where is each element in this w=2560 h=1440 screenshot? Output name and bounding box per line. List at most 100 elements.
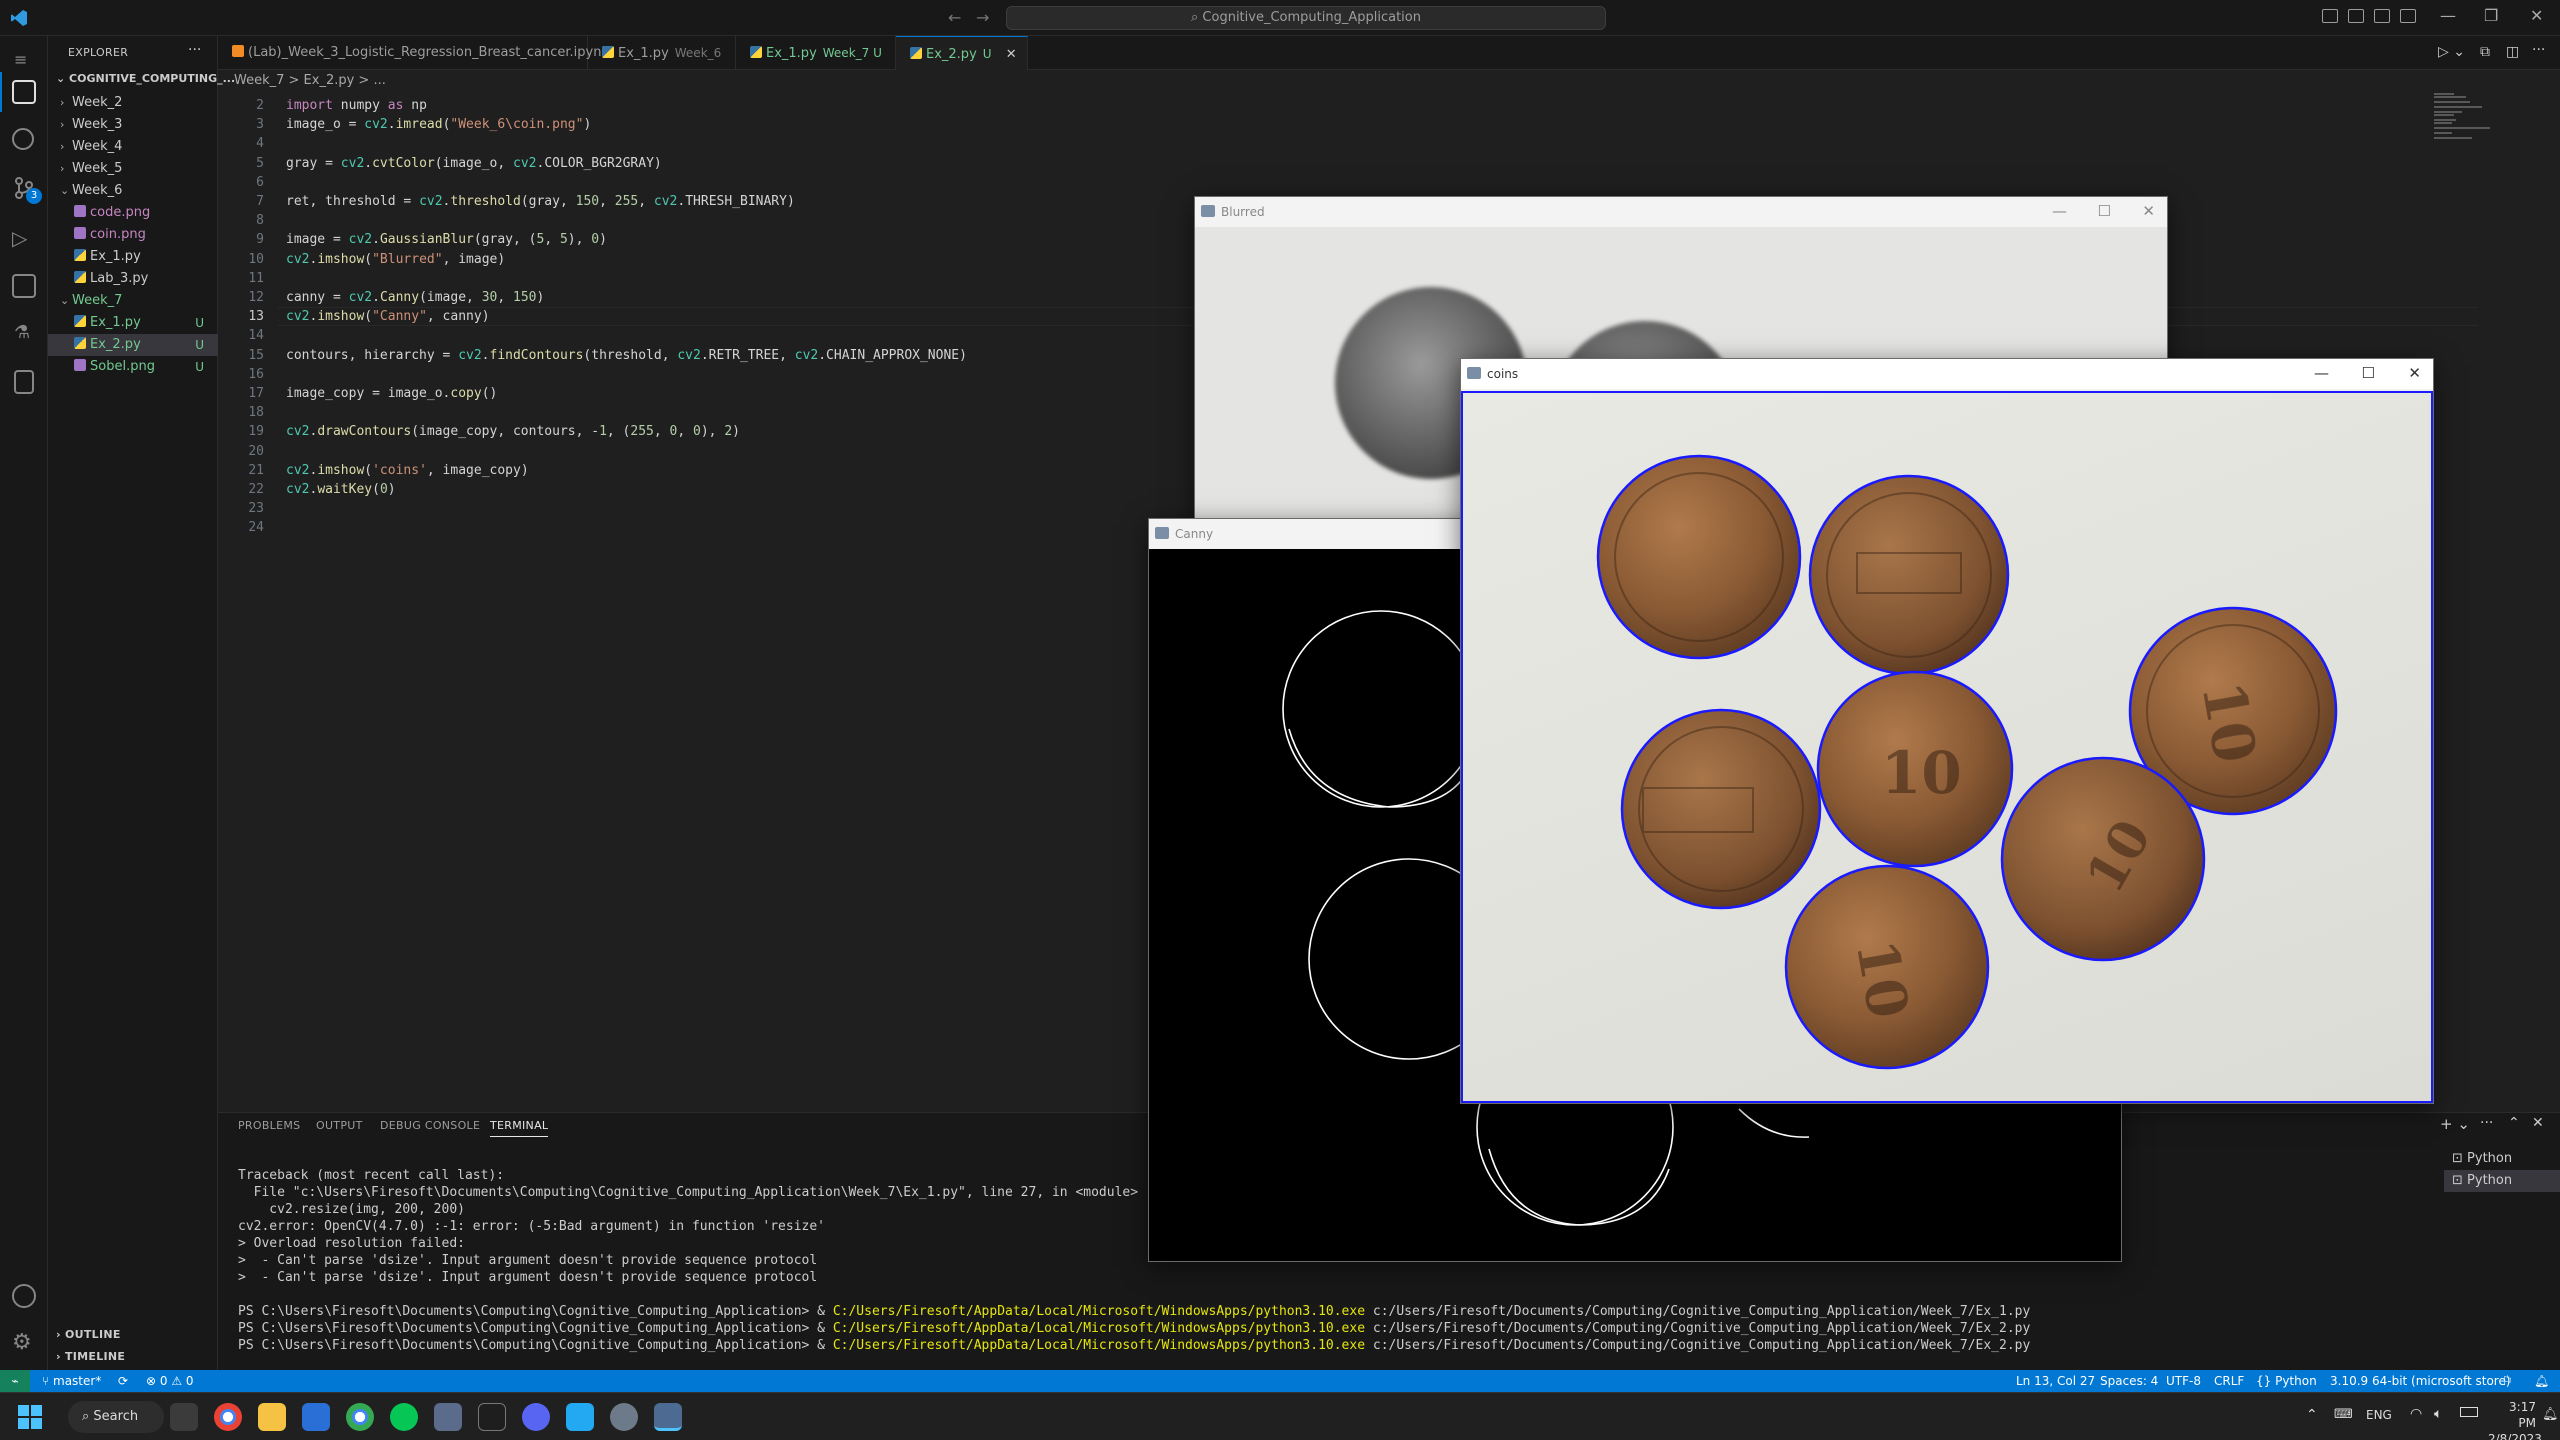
close-icon[interactable]: ✕	[2530, 6, 2543, 25]
language-mode[interactable]: {} Python	[2256, 1370, 2317, 1392]
minimize-icon[interactable]: —	[2314, 359, 2329, 387]
editor-more-icon[interactable]: ···	[2532, 42, 2545, 58]
python-interpreter[interactable]: 3.10.9 64-bit (microsoft store)	[2330, 1370, 2511, 1392]
outline-section[interactable]: › OUTLINE	[56, 1328, 121, 1341]
keyboard-icon[interactable]: ⌨	[2334, 1407, 2353, 1422]
cursor-position[interactable]: Ln 13, Col 27	[2016, 1370, 2095, 1392]
code-line[interactable]: cv2.waitKey(0)	[286, 480, 396, 499]
coins-window[interactable]: coins — ☐ ✕ 10 10 10 10	[1460, 358, 2434, 1104]
code-line[interactable]: ret, threshold = cv2.threshold(gray, 150…	[286, 192, 795, 211]
tray-chevron-icon[interactable]: ⌃	[2306, 1407, 2318, 1423]
encoding[interactable]: UTF-8	[2166, 1370, 2201, 1392]
settings-gear-icon[interactable]: ⚙	[12, 1330, 32, 1355]
minimap[interactable]	[2432, 92, 2492, 142]
remote-icon[interactable]: ⌁	[0, 1370, 30, 1392]
extensions-icon[interactable]	[12, 274, 36, 298]
command-center-search[interactable]: ⌕ Cognitive_Computing_Application	[1006, 6, 1606, 30]
customize-layout-icon[interactable]	[2400, 9, 2416, 23]
tab-debug-console[interactable]: DEBUG CONSOLE	[380, 1119, 480, 1132]
indentation[interactable]: Spaces: 4	[2100, 1370, 2158, 1392]
blurred-titlebar[interactable]: Blurred	[1195, 197, 2167, 227]
tree-folder[interactable]: › Week_3	[48, 114, 218, 136]
file-explorer-icon[interactable]	[258, 1403, 286, 1431]
terminal-instance[interactable]: ⊡ Python	[2444, 1170, 2560, 1192]
code-line[interactable]: image_copy = image_o.copy()	[286, 384, 497, 403]
timeline-section[interactable]: › TIMELINE	[56, 1350, 125, 1363]
sync-icon[interactable]: ⟳	[118, 1370, 128, 1392]
close-panel-icon[interactable]: ✕	[2532, 1115, 2544, 1131]
run-debug-icon[interactable]: ▷	[12, 226, 36, 250]
battery-icon[interactable]	[2460, 1407, 2478, 1417]
tree-folder[interactable]: › Week_5	[48, 158, 218, 180]
settings-app-icon[interactable]	[610, 1403, 638, 1431]
tab-output[interactable]: OUTPUT	[316, 1119, 363, 1132]
code-line[interactable]: contours, hierarchy = cv2.findContours(t…	[286, 346, 967, 365]
tree-folder[interactable]: › Week_4	[48, 136, 218, 158]
minimize-icon[interactable]: —	[2052, 197, 2067, 225]
task-view-icon[interactable]	[170, 1403, 198, 1431]
code-line[interactable]: cv2.imshow("Blurred", image)	[286, 250, 505, 269]
problems-indicator[interactable]: ⊗ 0 ⚠ 0	[146, 1370, 194, 1392]
menu-icon[interactable]: ≡	[14, 50, 27, 69]
tab-close-icon[interactable]: ✕	[1006, 47, 1017, 62]
tree-file[interactable]: code.png	[48, 202, 218, 224]
code-line[interactable]: image_o = cv2.imread("Week_6\coin.png")	[286, 115, 591, 134]
tab-terminal[interactable]: TERMINAL	[490, 1119, 549, 1137]
project-root[interactable]: ⌄ COGNITIVE_COMPUTING_...	[56, 72, 235, 85]
notification-center-icon[interactable]: 🔔︎	[2542, 1407, 2559, 1422]
coins-titlebar[interactable]: coins	[1461, 359, 2433, 389]
notebook-icon[interactable]	[14, 370, 34, 394]
tree-file[interactable]: Ex_1.py	[48, 246, 218, 268]
wifi-icon[interactable]: ◠	[2410, 1406, 2422, 1422]
chrome-profile-icon[interactable]	[346, 1403, 374, 1431]
forward-arrow-icon[interactable]: →	[976, 8, 989, 27]
search-icon[interactable]	[12, 128, 34, 150]
tree-file[interactable]: coin.png	[48, 224, 218, 246]
python-app-icon[interactable]	[654, 1403, 682, 1431]
maximize-icon[interactable]: ☐	[2098, 197, 2111, 225]
terminal-app-icon[interactable]	[478, 1403, 506, 1431]
store-icon[interactable]	[302, 1403, 330, 1431]
tab-problems[interactable]: PROBLEMS	[238, 1119, 300, 1132]
maximize-panel-icon[interactable]: ⌃	[2508, 1115, 2520, 1131]
vscode-taskbar-icon[interactable]	[566, 1403, 594, 1431]
tab-ex1-week7[interactable]: Ex_1.py Week_7 U	[736, 36, 896, 70]
line-icon[interactable]	[390, 1403, 418, 1431]
live-share-icon[interactable]: ⚐	[2502, 1370, 2513, 1392]
volume-icon[interactable]: 🔈︎	[2434, 1406, 2442, 1422]
mail-icon[interactable]	[434, 1403, 462, 1431]
code-line[interactable]: gray = cv2.cvtColor(image_o, cv2.COLOR_B…	[286, 154, 662, 173]
windows-start-icon[interactable]	[18, 1405, 42, 1429]
branch-indicator[interactable]: ⑂ master*	[42, 1370, 101, 1392]
notifications-bell-icon[interactable]: 🔔︎	[2534, 1370, 2549, 1392]
minimize-icon[interactable]: —	[2440, 6, 2456, 25]
breadcrumb[interactable]: Week_7 > Ex_2.py > ...	[218, 70, 386, 92]
code-line[interactable]: import numpy as np	[286, 96, 427, 115]
code-line[interactable]: cv2.imshow('coins', image_copy)	[286, 461, 529, 480]
maximize-icon[interactable]: ☐	[2362, 359, 2375, 387]
code-line[interactable]: canny = cv2.Canny(image, 30, 150)	[286, 288, 544, 307]
clock[interactable]: 3:17 PM 2/8/2023	[2488, 1399, 2542, 1440]
tree-file[interactable]: Ex_2.py U	[48, 334, 218, 356]
new-terminal-icon[interactable]: + ⌄	[2440, 1115, 2470, 1133]
split-editor-icon[interactable]: ◫	[2506, 44, 2519, 60]
language-indicator[interactable]: ENG	[2366, 1408, 2392, 1422]
tree-folder[interactable]: › Week_2	[48, 92, 218, 114]
taskbar-search[interactable]: ⌕ Search	[68, 1401, 164, 1433]
code-line[interactable]: cv2.drawContours(image_copy, contours, -…	[286, 422, 740, 441]
account-icon[interactable]	[12, 1284, 36, 1308]
close-icon[interactable]: ✕	[2408, 359, 2421, 387]
toggle-sidebar-icon[interactable]	[2322, 9, 2338, 23]
tree-folder[interactable]: ⌄ Week_7	[48, 290, 218, 312]
tab-ex2-active[interactable]: Ex_2.py U ✕	[896, 36, 1028, 70]
tree-file[interactable]: Lab_3.py	[48, 268, 218, 290]
testing-icon[interactable]: ⚗	[14, 322, 34, 344]
chrome-icon[interactable]	[214, 1403, 242, 1431]
code-line[interactable]: image = cv2.GaussianBlur(gray, (5, 5), 0…	[286, 230, 607, 249]
discord-icon[interactable]	[522, 1403, 550, 1431]
open-changes-icon[interactable]: ⧉	[2480, 44, 2490, 60]
more-actions-icon[interactable]: ···	[188, 42, 201, 58]
tree-file[interactable]: Sobel.png U	[48, 356, 218, 378]
tab-notebook[interactable]: (Lab)_Week_3_Logistic_Regression_Breast_…	[218, 36, 610, 70]
panel-more-icon[interactable]: ···	[2480, 1115, 2493, 1131]
